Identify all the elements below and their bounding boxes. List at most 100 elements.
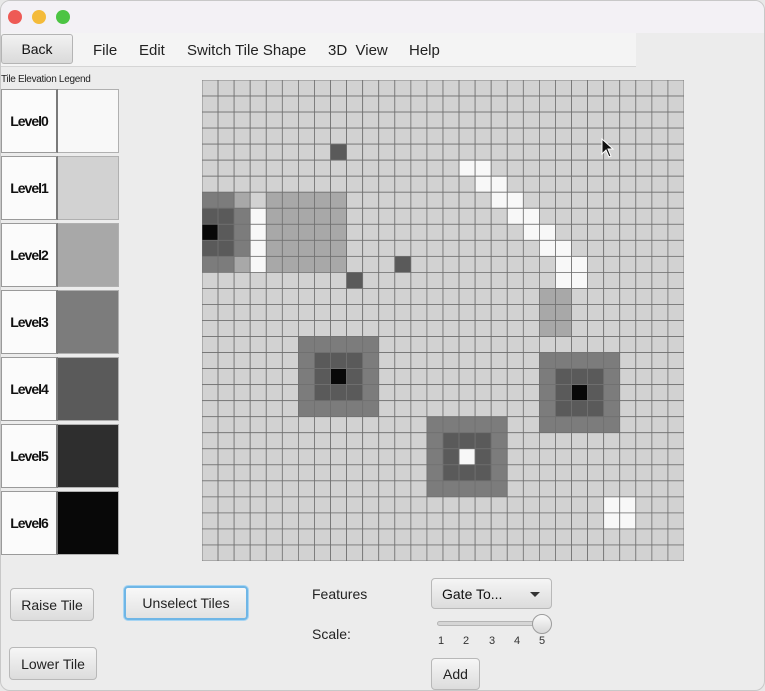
grid-tile[interactable] (281, 368, 299, 386)
grid-tile[interactable] (202, 288, 219, 305)
grid-tile[interactable] (394, 352, 412, 370)
grid-tile[interactable] (362, 544, 380, 561)
grid-tile[interactable] (458, 80, 476, 97)
grid-tile[interactable] (458, 320, 476, 337)
grid-tile[interactable] (619, 432, 637, 450)
grid-tile[interactable] (330, 416, 347, 434)
grid-tile[interactable] (490, 432, 508, 450)
grid-tile[interactable] (555, 512, 572, 530)
grid-tile[interactable] (603, 352, 621, 370)
grid-tile[interactable] (667, 368, 684, 386)
grid-tile[interactable] (217, 480, 235, 498)
grid-tile[interactable] (410, 464, 428, 482)
grid-tile[interactable] (571, 127, 588, 145)
grid-tile[interactable] (635, 400, 653, 418)
grid-tile[interactable] (474, 544, 492, 561)
grid-tile[interactable] (298, 191, 315, 209)
grid-tile[interactable] (217, 352, 235, 370)
grid-tile[interactable] (330, 448, 347, 466)
grid-tile[interactable] (233, 111, 251, 129)
grid-tile[interactable] (522, 416, 540, 434)
grid-tile[interactable] (249, 304, 267, 321)
grid-tile[interactable] (490, 368, 508, 386)
grid-tile[interactable] (249, 384, 267, 402)
grid-tile[interactable] (378, 255, 396, 273)
grid-tile[interactable] (330, 336, 347, 353)
grid-tile[interactable] (474, 512, 492, 530)
grid-tile[interactable] (571, 223, 588, 241)
grid-tile[interactable] (587, 336, 605, 353)
grid-tile[interactable] (458, 127, 476, 145)
grid-tile[interactable] (217, 400, 235, 418)
grid-tile[interactable] (474, 95, 492, 113)
grid-tile[interactable] (202, 320, 219, 337)
grid-tile[interactable] (314, 143, 331, 161)
grid-tile[interactable] (314, 80, 331, 97)
grid-tile[interactable] (506, 544, 524, 561)
grid-tile[interactable] (458, 255, 476, 273)
grid-tile[interactable] (298, 416, 315, 434)
grid-tile[interactable] (314, 416, 331, 434)
grid-tile[interactable] (217, 288, 235, 305)
grid-tile[interactable] (265, 400, 283, 418)
grid-tile[interactable] (587, 464, 605, 482)
grid-tile[interactable] (587, 239, 605, 257)
grid-tile[interactable] (217, 384, 235, 402)
grid-tile[interactable] (651, 191, 669, 209)
grid-tile[interactable] (265, 464, 283, 482)
grid-tile[interactable] (426, 304, 444, 321)
grid-tile[interactable] (281, 304, 299, 321)
grid-tile[interactable] (555, 368, 572, 386)
grid-tile[interactable] (410, 271, 428, 289)
grid-tile[interactable] (635, 271, 653, 289)
grid-tile[interactable] (458, 175, 476, 193)
grid-tile[interactable] (202, 416, 219, 434)
grid-tile[interactable] (619, 255, 637, 273)
grid-tile[interactable] (346, 304, 364, 321)
grid-tile[interactable] (506, 288, 524, 305)
grid-tile[interactable] (233, 95, 251, 113)
grid-tile[interactable] (202, 159, 219, 177)
grid-tile[interactable] (506, 352, 524, 370)
grid-tile[interactable] (426, 207, 444, 225)
grid-tile[interactable] (298, 255, 315, 273)
grid-tile[interactable] (522, 320, 540, 337)
grid-tile[interactable] (362, 528, 380, 546)
grid-tile[interactable] (474, 352, 492, 370)
grid-tile[interactable] (442, 368, 460, 386)
grid-tile[interactable] (217, 255, 235, 273)
grid-tile[interactable] (571, 159, 588, 177)
grid-tile[interactable] (378, 80, 396, 97)
grid-tile[interactable] (249, 496, 267, 514)
grid-tile[interactable] (603, 320, 621, 337)
grid-tile[interactable] (362, 400, 380, 418)
grid-tile[interactable] (619, 239, 637, 257)
grid-tile[interactable] (202, 464, 219, 482)
grid-tile[interactable] (202, 127, 219, 145)
grid-tile[interactable] (667, 271, 684, 289)
grid-tile[interactable] (362, 512, 380, 530)
grid-tile[interactable] (522, 352, 540, 370)
grid-tile[interactable] (571, 384, 588, 402)
grid-tile[interactable] (426, 528, 444, 546)
grid-tile[interactable] (378, 191, 396, 209)
grid-tile[interactable] (651, 80, 669, 97)
grid-tile[interactable] (265, 255, 283, 273)
grid-tile[interactable] (281, 191, 299, 209)
grid-tile[interactable] (378, 271, 396, 289)
grid-tile[interactable] (603, 336, 621, 353)
grid-tile[interactable] (635, 384, 653, 402)
grid-tile[interactable] (298, 223, 315, 241)
grid-tile[interactable] (490, 159, 508, 177)
grid-tile[interactable] (330, 528, 347, 546)
grid-tile[interactable] (587, 480, 605, 498)
grid-tile[interactable] (442, 320, 460, 337)
grid-tile[interactable] (538, 239, 556, 257)
grid-tile[interactable] (587, 416, 605, 434)
grid-tile[interactable] (651, 288, 669, 305)
grid-tile[interactable] (378, 239, 396, 257)
grid-tile[interactable] (538, 288, 556, 305)
grid-tile[interactable] (651, 320, 669, 337)
grid-tile[interactable] (362, 416, 380, 434)
grid-tile[interactable] (378, 464, 396, 482)
